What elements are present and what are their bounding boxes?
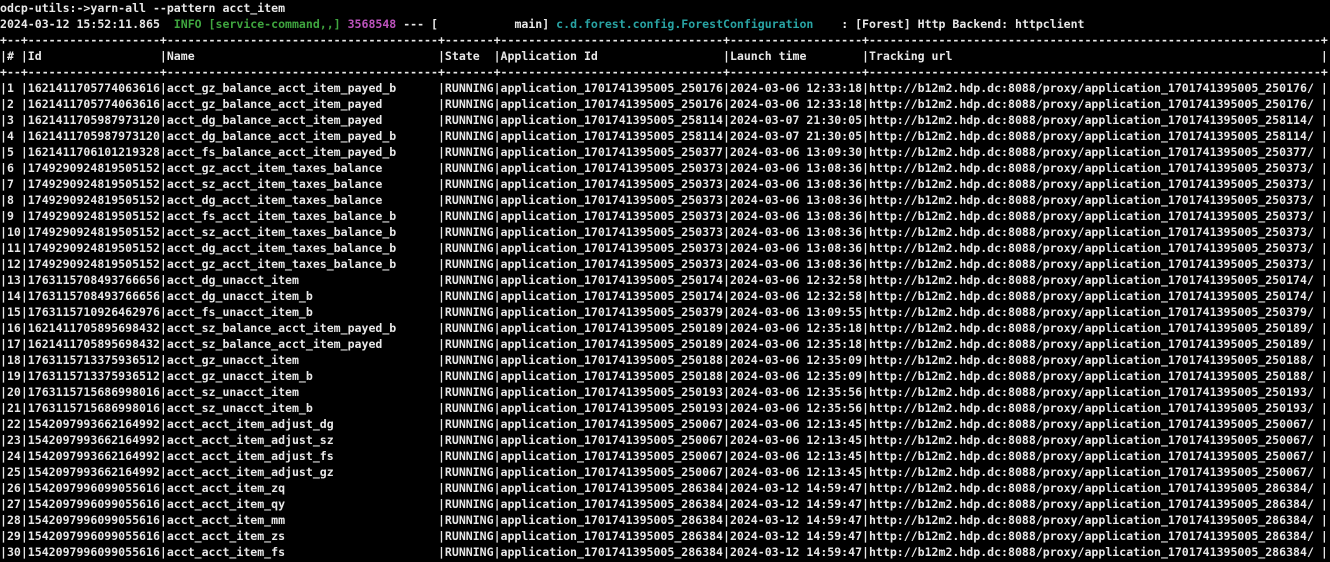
table-row: |3 |1621411705987973120|acct_dg_balance_… bbox=[0, 112, 1330, 128]
table-row: |29|1542097996099055616|acct_acct_item_z… bbox=[0, 528, 1330, 544]
table-row: |8 |1749290924819505152|acct_dg_acct_ite… bbox=[0, 192, 1330, 208]
table-row: |20|1763115715686998016|acct_sz_unacct_i… bbox=[0, 384, 1330, 400]
log-pid: 3568548 bbox=[348, 17, 397, 31]
table-row: |11|1749290924819505152|acct_dg_acct_ite… bbox=[0, 240, 1330, 256]
table-row: |10|1749290924819505152|acct_sz_acct_ite… bbox=[0, 224, 1330, 240]
table-row: |17|1621411705895698432|acct_sz_balance_… bbox=[0, 336, 1330, 352]
table-row: |24|1542097993662164992|acct_acct_item_a… bbox=[0, 448, 1330, 464]
log-timestamp: 2024-03-12 15:52:11.865 bbox=[0, 17, 167, 31]
table-row: |6 |1749290924819505152|acct_gz_acct_ite… bbox=[0, 160, 1330, 176]
log-level-and-context: INFO [service-command,,] bbox=[167, 17, 341, 31]
shell-command: yarn-all --pattern acct_item bbox=[90, 1, 285, 15]
log-logger: c.d.forest.config.ForestConfiguration bbox=[556, 17, 813, 31]
command-line: odcp-utils:->yarn-all --pattern acct_ite… bbox=[0, 0, 1330, 16]
log-gap bbox=[341, 17, 348, 31]
table-row: |9 |1749290924819505152|acct_fs_acct_ite… bbox=[0, 208, 1330, 224]
terminal-window[interactable]: odcp-utils:->yarn-all --pattern acct_ite… bbox=[0, 0, 1330, 562]
table-row: |16|1621411705895698432|acct_sz_balance_… bbox=[0, 320, 1330, 336]
table-row: |2 |1621411705774063616|acct_gz_balance_… bbox=[0, 96, 1330, 112]
yarn-applications-table: +--+-------------------+----------------… bbox=[0, 32, 1330, 560]
table-border: +--+-------------------+----------------… bbox=[0, 64, 1330, 80]
table-row: |7 |1749290924819505152|acct_sz_acct_ite… bbox=[0, 176, 1330, 192]
table-row: |26|1542097996099055616|acct_acct_item_z… bbox=[0, 480, 1330, 496]
table-row: |1 |1621411705774063616|acct_gz_balance_… bbox=[0, 80, 1330, 96]
table-row: |4 |1621411705987973120|acct_dg_balance_… bbox=[0, 128, 1330, 144]
shell-prompt: odcp-utils:-> bbox=[0, 1, 90, 15]
table-row: |22|1542097993662164992|acct_acct_item_a… bbox=[0, 416, 1330, 432]
log-thread: --- [ main] bbox=[396, 17, 556, 31]
table-row: |23|1542097993662164992|acct_acct_item_a… bbox=[0, 432, 1330, 448]
table-row: |25|1542097993662164992|acct_acct_item_a… bbox=[0, 464, 1330, 480]
table-row: |19|1763115713375936512|acct_gz_unacct_i… bbox=[0, 368, 1330, 384]
table-row: |18|1763115713375936512|acct_gz_unacct_i… bbox=[0, 352, 1330, 368]
table-header: |# |Id |Name |State |Application Id |Lau… bbox=[0, 48, 1330, 64]
table-row: |30|1542097996099055616|acct_acct_item_f… bbox=[0, 544, 1330, 560]
table-row: |21|1763115715686998016|acct_sz_unacct_i… bbox=[0, 400, 1330, 416]
table-row: |15|1763115710926462976|acct_fs_unacct_i… bbox=[0, 304, 1330, 320]
table-row: |28|1542097996099055616|acct_acct_item_m… bbox=[0, 512, 1330, 528]
table-row: |14|1763115708493766656|acct_dg_unacct_i… bbox=[0, 288, 1330, 304]
table-row: |27|1542097996099055616|acct_acct_item_q… bbox=[0, 496, 1330, 512]
log-line: 2024-03-12 15:52:11.865 INFO [service-co… bbox=[0, 16, 1330, 32]
table-row: |5 |1621411706101219328|acct_fs_balance_… bbox=[0, 144, 1330, 160]
log-message: : [Forest] Http Backend: httpclient bbox=[813, 17, 1084, 31]
table-row: |12|1749290924819505152|acct_gz_acct_ite… bbox=[0, 256, 1330, 272]
table-row: |13|1763115708493766656|acct_dg_unacct_i… bbox=[0, 272, 1330, 288]
table-border: +--+-------------------+----------------… bbox=[0, 32, 1330, 48]
